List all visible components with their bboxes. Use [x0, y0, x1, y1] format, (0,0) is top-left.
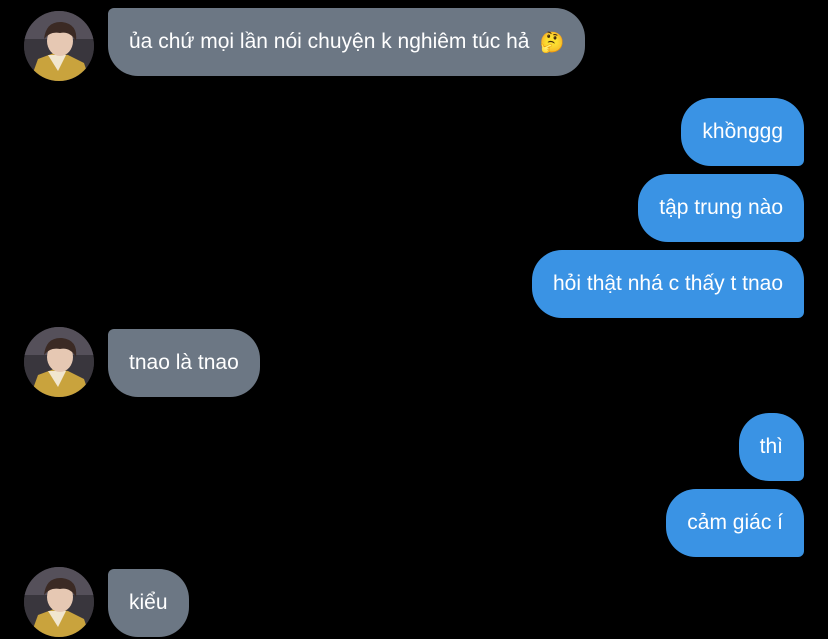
outgoing-message-bubble[interactable]: tập trung nào [638, 174, 804, 242]
incoming-message-bubble[interactable]: tnao là tnao [108, 329, 260, 397]
thinking-face-icon: 🤔 [539, 31, 565, 54]
message-text: thì [759, 435, 783, 458]
avatar-photo-icon [24, 327, 94, 397]
message-text: kiểu [129, 591, 168, 614]
outgoing-message-bubble[interactable]: khồnggg [681, 98, 804, 166]
contact-avatar[interactable] [24, 11, 94, 81]
incoming-message-bubble[interactable]: kiểu [108, 569, 189, 637]
avatar-photo-icon [24, 567, 94, 637]
message-text: ủa chứ mọi lần nói chuyện k nghiêm túc h… [129, 30, 530, 53]
avatar-photo-icon [24, 11, 94, 81]
incoming-message-bubble[interactable]: ủa chứ mọi lần nói chuyện k nghiêm túc h… [108, 8, 586, 76]
outgoing-message-bubble[interactable]: cảm giác í [666, 489, 804, 557]
contact-avatar[interactable] [24, 327, 94, 397]
message-text: tập trung nào [659, 196, 783, 219]
message-text: tnao là tnao [129, 351, 239, 374]
contact-avatar[interactable] [24, 567, 94, 637]
outgoing-message-bubble[interactable]: thì [738, 413, 804, 481]
outgoing-message-bubble[interactable]: hỏi thật nhá c thấy t tnao [532, 250, 804, 318]
message-text: khồnggg [702, 120, 783, 143]
message-text: hỏi thật nhá c thấy t tnao [553, 272, 783, 295]
message-text: cảm giác í [687, 511, 783, 534]
